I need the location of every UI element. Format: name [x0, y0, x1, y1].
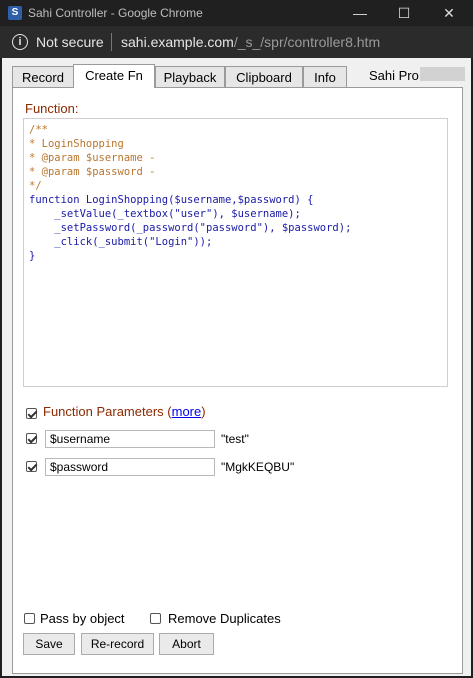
- code-line: */: [29, 180, 42, 192]
- function-parameters-label: Function Parameters (more): [43, 404, 206, 419]
- minimize-button[interactable]: —: [337, 0, 383, 26]
- code-line: /**: [29, 124, 48, 136]
- tab-info[interactable]: Info: [303, 66, 347, 87]
- tab-record[interactable]: Record: [12, 66, 74, 87]
- tab-create-fn[interactable]: Create Fn: [73, 64, 155, 88]
- url-text[interactable]: sahi.example.com/_s_/spr/controller8.htm: [121, 34, 380, 50]
- sahi-app-icon: S: [8, 6, 22, 20]
- code-line: * @param $username -: [29, 152, 156, 164]
- more-link[interactable]: more: [172, 404, 202, 419]
- address-divider: [111, 33, 112, 51]
- param-username-value: "test": [221, 432, 249, 446]
- code-line: * @param $password -: [29, 166, 156, 178]
- code-line: _setPassword(_password("password"), $pas…: [29, 222, 352, 234]
- controller-content: Record Create Fn Playback Clipboard Info…: [2, 58, 471, 676]
- remove-duplicates-label: Remove Duplicates: [168, 611, 281, 626]
- pass-by-object-label: Pass by object: [40, 611, 125, 626]
- url-host: sahi.example.com: [121, 34, 234, 50]
- function-code-editor[interactable]: /** * LoginShopping * @param $username -…: [23, 118, 448, 387]
- code-line: function LoginShopping($username,$passwo…: [29, 194, 314, 206]
- url-path: /_s_/spr/controller8.htm: [233, 34, 381, 50]
- rerecord-button[interactable]: Re-record: [81, 633, 154, 655]
- code-line: _setValue(_textbox("user"), $username);: [29, 208, 301, 220]
- tab-playback[interactable]: Playback: [155, 66, 225, 87]
- function-label: Function:: [25, 101, 79, 116]
- param-password-checkbox[interactable]: [26, 461, 37, 472]
- code-line: _click(_submit("Login"));: [29, 236, 213, 248]
- code-line: * LoginShopping: [29, 138, 124, 150]
- window-title: Sahi Controller - Google Chrome: [28, 6, 203, 20]
- info-icon[interactable]: i: [12, 34, 28, 50]
- browser-window: S Sahi Controller - Google Chrome — ☐ ✕ …: [0, 0, 473, 678]
- param-password-field[interactable]: $password: [45, 458, 215, 476]
- close-button[interactable]: ✕: [426, 0, 472, 26]
- param-username-field[interactable]: $username: [45, 430, 215, 448]
- param-password-value: "MgkKEQBU": [221, 460, 295, 474]
- save-button[interactable]: Save: [23, 633, 75, 655]
- function-parameters-text: Function Parameters: [43, 404, 164, 419]
- maximize-button[interactable]: ☐: [381, 0, 427, 26]
- address-bar[interactable]: i Not secure sahi.example.com/_s_/spr/co…: [0, 26, 473, 58]
- create-fn-panel: Function: /** * LoginShopping * @param $…: [12, 87, 463, 674]
- code-line: }: [29, 250, 36, 262]
- function-parameters-checkbox[interactable]: [26, 408, 37, 419]
- title-bar: S Sahi Controller - Google Chrome — ☐ ✕: [0, 0, 473, 26]
- security-label[interactable]: Not secure: [36, 34, 104, 50]
- tab-strip: Record Create Fn Playback Clipboard Info…: [12, 64, 465, 88]
- brand-version-redacted: [420, 67, 465, 81]
- brand-label: Sahi Pro: [369, 68, 419, 83]
- abort-button[interactable]: Abort: [159, 633, 214, 655]
- pass-by-object-checkbox[interactable]: [24, 613, 35, 624]
- tab-clipboard[interactable]: Clipboard: [225, 66, 303, 87]
- param-username-checkbox[interactable]: [26, 433, 37, 444]
- remove-duplicates-checkbox[interactable]: [150, 613, 161, 624]
